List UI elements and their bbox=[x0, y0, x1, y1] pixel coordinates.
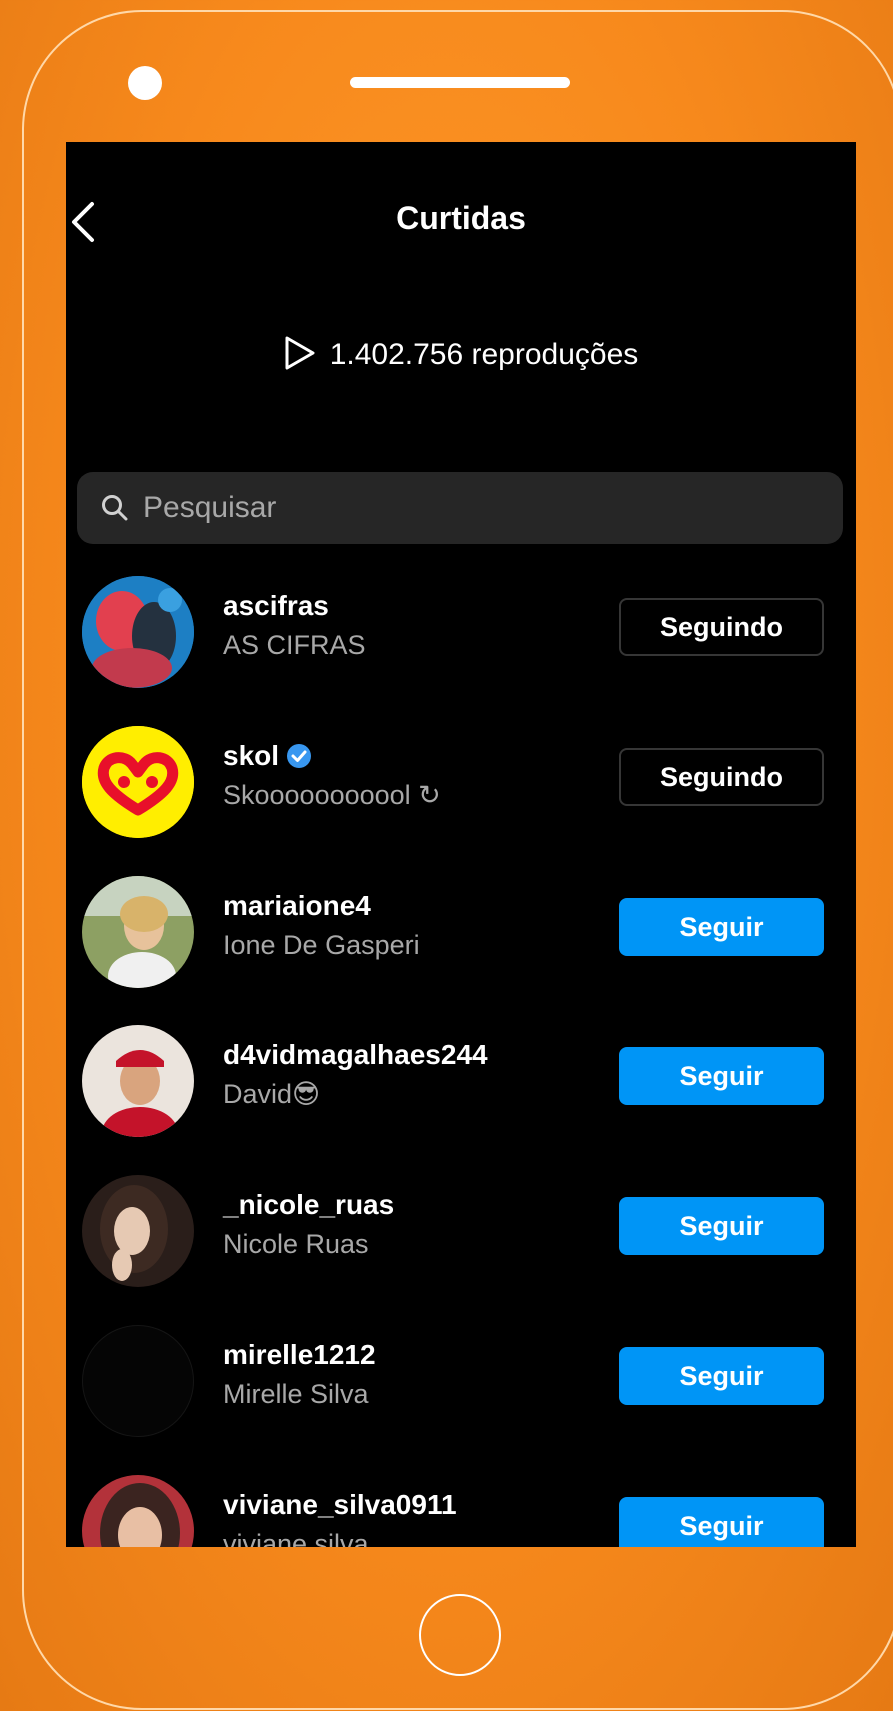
verified-badge-icon bbox=[287, 743, 312, 768]
search-bar[interactable] bbox=[77, 472, 843, 544]
camera-icon bbox=[128, 66, 162, 100]
username[interactable]: mariaione4 bbox=[223, 890, 371, 922]
avatar[interactable] bbox=[82, 1025, 194, 1137]
plays-text: 1.402.756 reproduções bbox=[329, 338, 639, 371]
home-button[interactable] bbox=[419, 1594, 501, 1676]
list-item[interactable]: viviane_silva0911 viviane silva Seguir bbox=[66, 1469, 856, 1547]
list-item[interactable]: skol Skooooooooool ↻ Seguindo bbox=[66, 720, 856, 840]
avatar[interactable] bbox=[82, 1175, 194, 1287]
full-name: viviane silva bbox=[223, 1529, 369, 1547]
avatar[interactable] bbox=[82, 576, 194, 688]
avatar[interactable] bbox=[82, 1325, 194, 1437]
plays-count: 1.402.756 reproduções bbox=[66, 336, 856, 374]
list-item[interactable]: mariaione4 Ione De Gasperi Seguir bbox=[66, 870, 856, 990]
search-icon bbox=[102, 495, 128, 521]
full-name: Skooooooooool ↻ bbox=[223, 780, 441, 810]
list-item[interactable]: ascifras AS CIFRAS Seguindo bbox=[66, 570, 856, 690]
follow-button[interactable]: Seguir bbox=[619, 1347, 824, 1405]
follow-button[interactable]: Seguir bbox=[619, 1197, 824, 1255]
avatar[interactable] bbox=[82, 876, 194, 988]
avatar[interactable] bbox=[82, 726, 194, 838]
username[interactable]: mirelle1212 bbox=[223, 1339, 376, 1371]
follow-button[interactable]: Seguir bbox=[619, 898, 824, 956]
full-name: Mirelle Silva bbox=[223, 1379, 369, 1409]
username[interactable]: _nicole_ruas bbox=[223, 1189, 394, 1221]
list-item[interactable]: d4vidmagalhaes244 David😎 Seguir bbox=[66, 1019, 856, 1139]
follow-button[interactable]: Seguir bbox=[619, 1497, 824, 1547]
following-button[interactable]: Seguindo bbox=[619, 748, 824, 806]
following-button[interactable]: Seguindo bbox=[619, 598, 824, 656]
page-title: Curtidas bbox=[396, 200, 526, 236]
list-item[interactable]: mirelle1212 Mirelle Silva Seguir bbox=[66, 1319, 856, 1439]
play-icon bbox=[285, 336, 315, 370]
full-name: Nicole Ruas bbox=[223, 1229, 369, 1259]
search-input[interactable] bbox=[143, 472, 823, 544]
list-item[interactable]: _nicole_ruas Nicole Ruas Seguir bbox=[66, 1169, 856, 1289]
follow-button[interactable]: Seguir bbox=[619, 1047, 824, 1105]
full-name: Ione De Gasperi bbox=[223, 930, 420, 960]
username[interactable]: skol bbox=[223, 740, 313, 772]
username[interactable]: d4vidmagalhaes244 bbox=[223, 1039, 488, 1071]
username[interactable]: ascifras bbox=[223, 590, 329, 622]
speaker-grille bbox=[350, 77, 570, 88]
username[interactable]: viviane_silva0911 bbox=[223, 1489, 457, 1521]
avatar[interactable] bbox=[82, 1475, 194, 1547]
full-name: David😎 bbox=[223, 1079, 321, 1109]
full-name: AS CIFRAS bbox=[223, 630, 366, 660]
screen: Curtidas 1.402.756 reproduções ascifras … bbox=[66, 142, 856, 1547]
